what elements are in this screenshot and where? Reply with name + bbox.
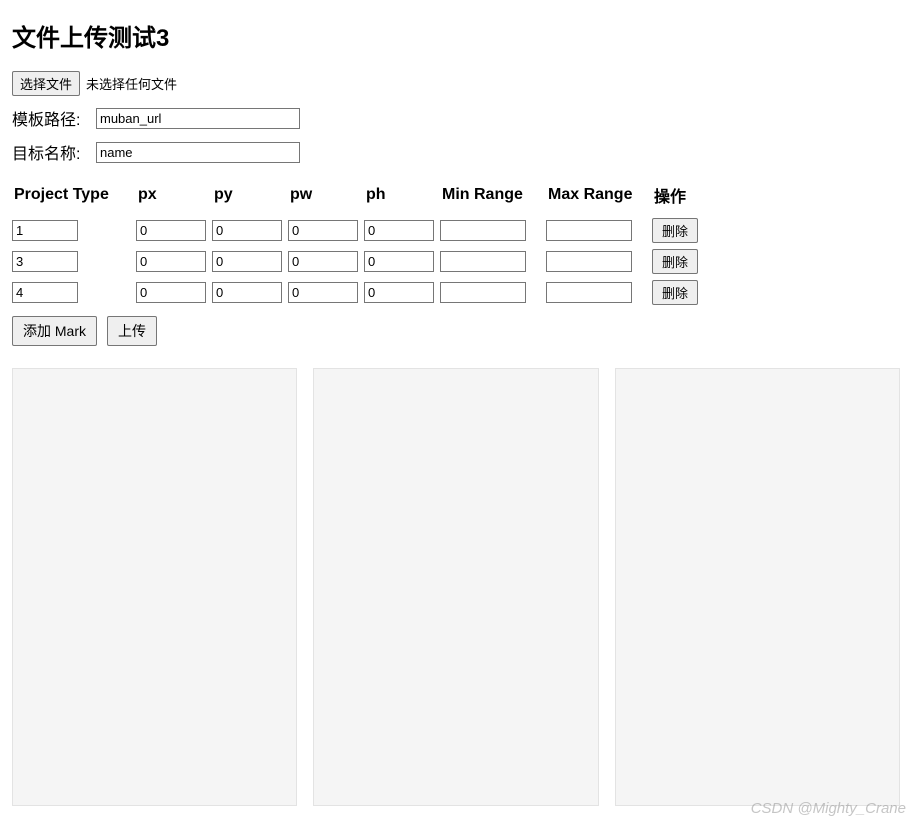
header-px: px — [136, 180, 212, 215]
target-name-label: 目标名称: — [12, 140, 90, 164]
pw-input[interactable] — [288, 282, 358, 303]
px-input[interactable] — [136, 282, 206, 303]
header-ph: ph — [364, 180, 440, 215]
choose-file-button[interactable]: 选择文件 — [12, 71, 80, 96]
ph-input[interactable] — [364, 220, 434, 241]
delete-row-button[interactable]: 删除 — [652, 218, 698, 243]
template-path-label: 模板路径: — [12, 106, 90, 130]
header-project-type: Project Type — [12, 180, 136, 215]
px-input[interactable] — [136, 251, 206, 272]
header-min-range: Min Range — [440, 180, 546, 215]
file-upload-row: 选择文件 未选择任何文件 — [12, 71, 900, 96]
delete-row-button[interactable]: 删除 — [652, 249, 698, 274]
template-path-row: 模板路径: — [12, 106, 900, 130]
upload-button[interactable]: 上传 — [107, 316, 157, 346]
min-range-input[interactable] — [440, 251, 526, 272]
preview-panel-3 — [615, 368, 900, 806]
max-range-input[interactable] — [546, 251, 632, 272]
target-name-row: 目标名称: — [12, 140, 900, 164]
action-button-row: 添加 Mark 上传 — [12, 316, 900, 346]
table-row: 删除 — [12, 246, 702, 277]
pw-input[interactable] — [288, 220, 358, 241]
header-actions: 操作 — [652, 180, 702, 215]
preview-panels — [12, 368, 900, 806]
page-title: 文件上传测试3 — [12, 18, 900, 53]
add-mark-button[interactable]: 添加 Mark — [12, 316, 97, 346]
py-input[interactable] — [212, 282, 282, 303]
table-row: 删除 — [12, 277, 702, 308]
project-type-input[interactable] — [12, 220, 78, 241]
file-status-text: 未选择任何文件 — [86, 74, 177, 93]
py-input[interactable] — [212, 220, 282, 241]
header-py: py — [212, 180, 288, 215]
ph-input[interactable] — [364, 282, 434, 303]
preview-panel-2 — [313, 368, 598, 806]
project-type-input[interactable] — [12, 282, 78, 303]
min-range-input[interactable] — [440, 220, 526, 241]
preview-panel-1 — [12, 368, 297, 806]
template-path-input[interactable] — [96, 108, 300, 129]
px-input[interactable] — [136, 220, 206, 241]
py-input[interactable] — [212, 251, 282, 272]
header-max-range: Max Range — [546, 180, 652, 215]
max-range-input[interactable] — [546, 282, 632, 303]
marks-table: Project Type px py pw ph Min Range Max R… — [12, 180, 702, 308]
project-type-input[interactable] — [12, 251, 78, 272]
pw-input[interactable] — [288, 251, 358, 272]
target-name-input[interactable] — [96, 142, 300, 163]
delete-row-button[interactable]: 删除 — [652, 280, 698, 305]
max-range-input[interactable] — [546, 220, 632, 241]
table-row: 删除 — [12, 215, 702, 246]
ph-input[interactable] — [364, 251, 434, 272]
min-range-input[interactable] — [440, 282, 526, 303]
header-pw: pw — [288, 180, 364, 215]
